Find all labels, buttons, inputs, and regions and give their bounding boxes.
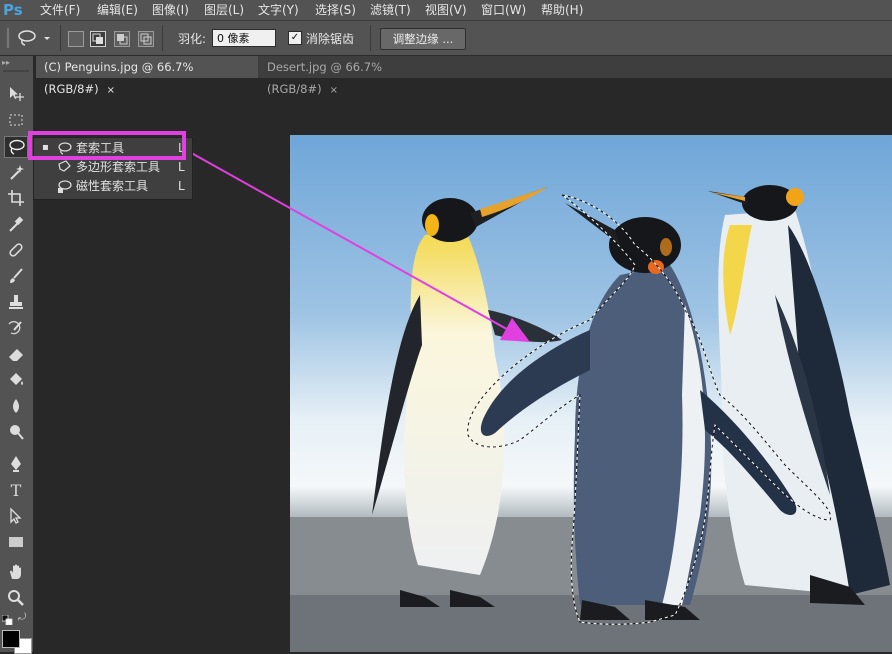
flyout-item-magnetic-lasso[interactable]: 磁性套索工具 L — [34, 177, 192, 195]
magnetic-lasso-icon — [56, 177, 72, 195]
flyout-shortcut: L — [178, 160, 185, 174]
flyout-item-polygonal-lasso[interactable]: 多边形套索工具 L — [34, 158, 192, 176]
highlight-box — [28, 131, 186, 160]
polygonal-lasso-icon — [56, 158, 72, 176]
annotation-arrow — [185, 149, 530, 342]
flyout-shortcut: L — [178, 179, 185, 193]
flyout-label: 磁性套索工具 — [76, 179, 149, 193]
flyout-label: 多边形套索工具 — [76, 160, 161, 174]
